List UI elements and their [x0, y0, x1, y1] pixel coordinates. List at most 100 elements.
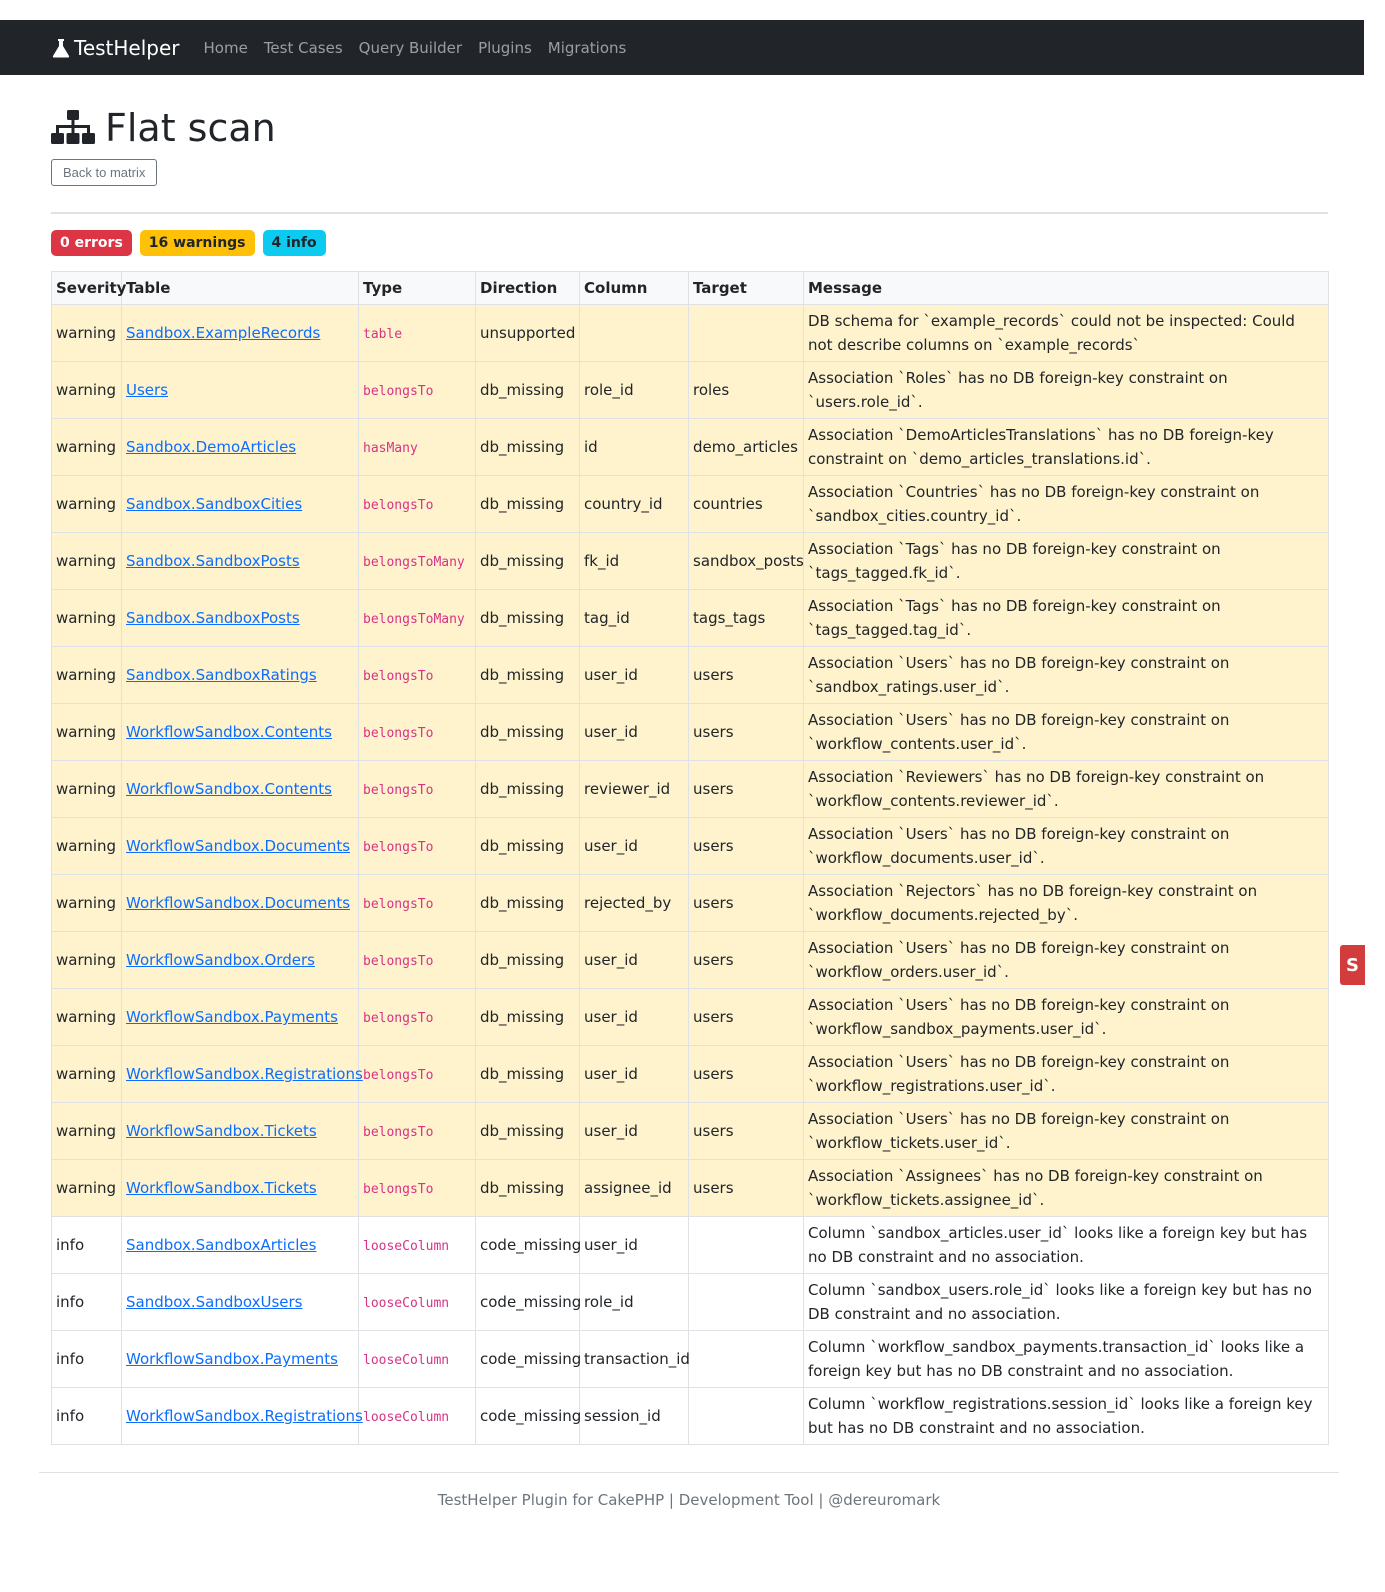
target-cell: users: [688, 646, 804, 704]
message-cell: DB schema for `example_records` could no…: [803, 304, 1329, 362]
severity-cell: warning: [51, 1045, 122, 1103]
target-cell: countries: [688, 475, 804, 533]
table-cell: WorkflowSandbox.Documents: [121, 817, 359, 875]
table-link[interactable]: WorkflowSandbox.Registrations: [126, 1407, 363, 1425]
table-link[interactable]: WorkflowSandbox.Registrations: [126, 1065, 363, 1083]
table-row: warning WorkflowSandbox.Documents belongsT…: [51, 817, 1329, 875]
message-cell: Association `Roles` has no DB foreign-ke…: [803, 361, 1329, 419]
table-link[interactable]: WorkflowSandbox.Documents: [126, 837, 350, 855]
table-row: warning Sandbox.ExampleRecords table unsupp…: [51, 304, 1329, 362]
severity-cell: warning: [51, 418, 122, 476]
table-link[interactable]: WorkflowSandbox.Contents: [126, 723, 332, 741]
target-cell: users: [688, 874, 804, 932]
table-link[interactable]: Sandbox.SandboxArticles: [126, 1236, 316, 1254]
target-cell: users: [688, 817, 804, 875]
type-code: belongsTo: [363, 498, 434, 513]
table-row: warning WorkflowSandbox.Registrations belo…: [51, 1045, 1329, 1103]
table-cell: Sandbox.SandboxArticles: [121, 1216, 359, 1274]
table-cell: Sandbox.DemoArticles: [121, 418, 359, 476]
target-cell: [688, 1273, 804, 1331]
footer-text: TestHelper Plugin for CakePHP | Developm…: [437, 1491, 941, 1509]
type-cell: looseColumn: [358, 1330, 476, 1388]
table-link[interactable]: WorkflowSandbox.Payments: [126, 1350, 338, 1368]
direction-cell: db_missing: [475, 646, 580, 704]
severity-cell: warning: [51, 874, 122, 932]
nav-link-migrations[interactable]: Migrations: [548, 39, 627, 57]
nav-link-plugins[interactable]: Plugins: [478, 39, 532, 57]
severity-cell: warning: [51, 1102, 122, 1160]
table-link[interactable]: WorkflowSandbox.Orders: [126, 951, 315, 969]
table-link[interactable]: Sandbox.SandboxUsers: [126, 1293, 302, 1311]
target-cell: sandbox_posts: [688, 532, 804, 590]
direction-cell: db_missing: [475, 1045, 580, 1103]
type-code: looseColumn: [363, 1410, 450, 1425]
type-cell: belongsTo: [358, 1045, 476, 1103]
target-cell: tags_tags: [688, 589, 804, 647]
table-row: warning Sandbox.SandboxPosts belongsToMany…: [51, 589, 1329, 647]
debug-kit-tab[interactable]: S: [1340, 945, 1365, 985]
direction-cell: code_missing: [475, 1387, 581, 1445]
type-cell: belongsTo: [358, 1102, 476, 1160]
navbar: TestHelper Home Test Cases Query Builder…: [0, 20, 1364, 75]
header-severity: Severity: [51, 271, 126, 305]
table-link[interactable]: Users: [126, 381, 168, 399]
type-cell: belongsToMany: [358, 532, 476, 590]
table-link[interactable]: Sandbox.SandboxRatings: [126, 666, 317, 684]
table-row: warning WorkflowSandbox.Tickets belongsTo d…: [51, 1102, 1329, 1160]
type-cell: belongsTo: [358, 931, 476, 989]
table-cell: Users: [121, 361, 359, 419]
footer: TestHelper Plugin for CakePHP | Developm…: [39, 1472, 1339, 1509]
nav-link-test-cases[interactable]: Test Cases: [264, 39, 343, 57]
table-row: warning Sandbox.SandboxRatings belongsTo db…: [51, 646, 1329, 704]
type-code: belongsTo: [363, 1068, 434, 1083]
back-to-matrix-button[interactable]: Back to matrix: [51, 159, 158, 186]
table-link[interactable]: Sandbox.SandboxCities: [126, 495, 302, 513]
target-cell: roles: [688, 361, 804, 419]
severity-cell: info: [51, 1273, 122, 1331]
table-link[interactable]: WorkflowSandbox.Contents: [126, 780, 332, 798]
type-cell: belongsTo: [358, 475, 476, 533]
info-badge: 4 info: [262, 230, 326, 256]
message-cell: Association `Reviewers` has no DB foreig…: [803, 760, 1329, 818]
table-link[interactable]: Sandbox.SandboxPosts: [126, 552, 300, 570]
nav-link-home[interactable]: Home: [204, 39, 248, 57]
table-link[interactable]: Sandbox.DemoArticles: [126, 438, 296, 456]
type-cell: belongsToMany: [358, 589, 476, 647]
direction-cell: db_missing: [475, 589, 580, 647]
table-link[interactable]: WorkflowSandbox.Tickets: [126, 1179, 317, 1197]
table-link[interactable]: WorkflowSandbox.Documents: [126, 894, 350, 912]
type-code: hasMany: [363, 441, 418, 456]
header-direction: Direction: [475, 271, 580, 305]
message-cell: Column `sandbox_users.role_id` looks lik…: [803, 1273, 1329, 1331]
table-row: warning Users belongsTo db_missing role_id ro…: [51, 361, 1329, 419]
column-cell: id: [579, 418, 689, 476]
table-link[interactable]: WorkflowSandbox.Payments: [126, 1008, 338, 1026]
nav-link-query-builder[interactable]: Query Builder: [359, 39, 462, 57]
type-code: looseColumn: [363, 1239, 450, 1254]
type-cell: belongsTo: [358, 1159, 476, 1217]
target-cell: users: [688, 931, 804, 989]
type-code: belongsTo: [363, 1182, 434, 1197]
direction-cell: db_missing: [475, 475, 580, 533]
table-link[interactable]: Sandbox.ExampleRecords: [126, 324, 320, 342]
brand-link[interactable]: TestHelper: [52, 36, 180, 60]
table-link[interactable]: Sandbox.SandboxPosts: [126, 609, 300, 627]
message-cell: Association `Users` has no DB foreign-ke…: [803, 1045, 1329, 1103]
table-link[interactable]: WorkflowSandbox.Tickets: [126, 1122, 317, 1140]
header-message: Message: [803, 271, 1329, 305]
message-cell: Association `Tags` has no DB foreign-key…: [803, 532, 1329, 590]
direction-cell: db_missing: [475, 703, 580, 761]
warnings-badge: 16 warnings: [139, 230, 255, 256]
severity-cell: warning: [51, 475, 122, 533]
target-cell: [688, 1216, 804, 1274]
table-cell: WorkflowSandbox.Tickets: [121, 1102, 359, 1160]
table-cell: Sandbox.SandboxPosts: [121, 589, 359, 647]
table-cell: WorkflowSandbox.Contents: [121, 703, 359, 761]
page-title-text: Flat scan: [105, 106, 276, 150]
page-title: Flat scan: [51, 105, 1328, 151]
type-code: belongsTo: [363, 726, 434, 741]
table-row: warning WorkflowSandbox.Contents belongsTo…: [51, 760, 1329, 818]
direction-cell: code_missing: [475, 1330, 581, 1388]
table-row: warning WorkflowSandbox.Documents belongsT…: [51, 874, 1329, 932]
table-cell: WorkflowSandbox.Tickets: [121, 1159, 359, 1217]
